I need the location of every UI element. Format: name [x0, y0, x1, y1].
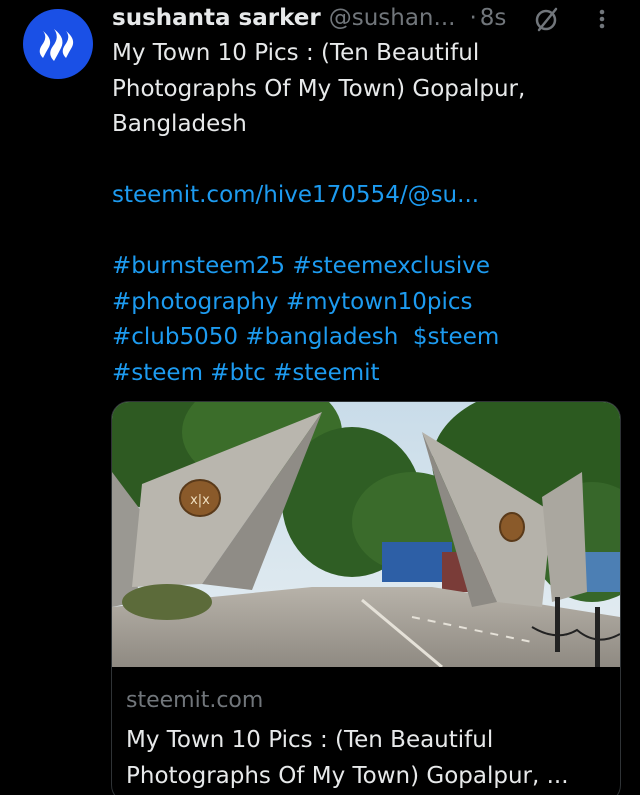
author-display-name[interactable]: sushanta sarker — [112, 5, 321, 31]
card-image-gate-photo[interactable]: x|x — [112, 402, 620, 667]
hashtag-btc[interactable]: #btc — [210, 360, 266, 386]
hashtag-steemit[interactable]: #steemit — [273, 360, 379, 386]
hashtag-bangladesh[interactable]: #bangladesh — [245, 324, 398, 350]
separator-dot: · — [469, 5, 477, 31]
avatar[interactable] — [23, 9, 93, 79]
hashtag-photography[interactable]: #photography — [112, 289, 279, 315]
card-title-line: My Town 10 Pics : (Ten Beautiful — [126, 727, 494, 753]
hashtag-club5050[interactable]: #club5050 — [112, 324, 238, 350]
svg-text:x|x: x|x — [190, 493, 210, 508]
card-title: My Town 10 Pics : (Ten Beautiful Photogr… — [126, 722, 606, 794]
hashtag-burnsteem25[interactable]: #burnsteem25 — [112, 253, 285, 279]
hashtag-steem[interactable]: #steem — [112, 360, 203, 386]
tweet-text: My Town 10 Pics : (Ten Beautiful Photogr… — [112, 36, 612, 391]
tweet-timestamp[interactable]: 8s — [480, 5, 507, 31]
cashtag-steem[interactable]: $steem — [413, 324, 499, 350]
steem-logo-icon — [39, 29, 74, 61]
tweet-text-line: Bangladesh — [112, 111, 247, 137]
tweet-text-line: My Town 10 Pics : (Ten Beautiful — [112, 40, 480, 66]
card-title-line: Photographs Of My Town) Gopalpur, ... — [126, 763, 569, 789]
edit-disabled-icon — [535, 7, 558, 32]
hashtag-steemexclusive[interactable]: #steemexclusive — [292, 253, 490, 279]
tweet-link[interactable]: steemit.com/hive170554/@su... — [112, 182, 479, 208]
card-domain: steemit.com — [126, 688, 264, 713]
link-preview-card[interactable]: x|x steemit.com My Town 10 Pics : (Ten B… — [111, 401, 621, 795]
hashtag-mytown10pics[interactable]: #mytown10pics — [286, 289, 473, 315]
more-options-icon[interactable] — [590, 4, 614, 34]
tweet[interactable]: sushanta sarker @sushan... · 8s My Town … — [0, 0, 640, 795]
author-handle[interactable]: @sushan... — [329, 5, 456, 31]
tweet-text-line: Photographs Of My Town) Gopalpur, — [112, 75, 526, 102]
